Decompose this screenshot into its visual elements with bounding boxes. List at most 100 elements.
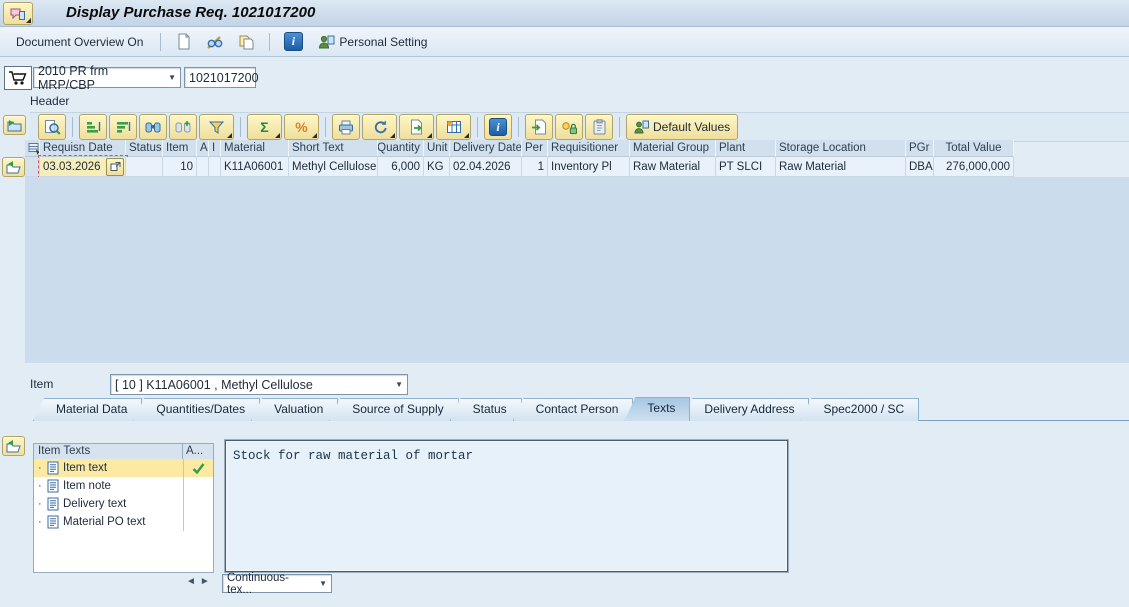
storage-location-cell[interactable]: Raw Material — [776, 157, 906, 177]
find-button[interactable] — [139, 114, 167, 140]
copy-button[interactable] — [234, 31, 258, 53]
list-item-material-po-text[interactable]: · Material PO text — [34, 513, 213, 531]
page-title: Display Purchase Req. 1021017200 — [66, 4, 316, 21]
sum-button[interactable]: Σ — [247, 114, 282, 140]
column-header[interactable]: Short Text — [289, 140, 378, 157]
tab-spec2000-sc[interactable]: Spec2000 / SC — [800, 398, 920, 421]
delivery-date-cell[interactable]: 02.04.2026 — [450, 157, 522, 177]
item-section-label: Item — [30, 377, 54, 391]
tab-delivery-address[interactable]: Delivery Address — [681, 398, 810, 421]
transfer-button[interactable] — [525, 114, 553, 140]
requisitioner-cell[interactable]: Inventory Pl — [548, 157, 630, 177]
filter-button[interactable] — [199, 114, 234, 140]
scroll-left-icon[interactable]: ◄ — [186, 576, 196, 587]
quantity-cell[interactable]: 6,000 — [378, 157, 424, 177]
column-header[interactable]: Storage Location — [776, 140, 906, 157]
column-header[interactable]: Item — [163, 140, 197, 157]
table-row: 03.03.2026 10 K11A06001 Methyl Cellulose… — [25, 155, 1014, 179]
services-for-object-button[interactable] — [3, 2, 33, 25]
tab-contact-person[interactable]: Contact Person — [512, 398, 634, 421]
table-grid-icon — [446, 120, 462, 134]
i-cell[interactable] — [209, 157, 221, 177]
tab-valuation[interactable]: Valuation — [251, 398, 339, 421]
a-cell[interactable] — [197, 157, 209, 177]
items-collapse-button[interactable] — [2, 157, 25, 177]
text-format-select[interactable]: Continuous-tex... ▼ — [222, 572, 332, 596]
column-header[interactable]: Status — [126, 140, 163, 157]
column-header[interactable]: Plant — [716, 140, 776, 157]
find-next-button[interactable] — [169, 114, 197, 140]
column-header[interactable]: Material — [221, 140, 289, 157]
tab-source-of-supply[interactable]: Source of Supply — [329, 398, 459, 421]
column-header[interactable]: Total Value — [934, 140, 1014, 157]
column-header[interactable]: Requisn Date — [40, 140, 126, 157]
bullet-icon: · — [38, 462, 42, 474]
row-selector-header[interactable] — [25, 140, 40, 157]
row-selector-cell[interactable] — [25, 157, 40, 177]
tab-texts[interactable]: Texts — [624, 397, 691, 421]
views-button[interactable] — [362, 114, 397, 140]
personal-setting-button[interactable]: Personal Setting — [312, 32, 433, 51]
plant-cell[interactable]: PT SLCI — [716, 157, 776, 177]
attachments-button[interactable] — [585, 114, 613, 140]
layout-button[interactable] — [436, 114, 471, 140]
create-document-button[interactable] — [172, 31, 196, 53]
subtotal-button[interactable]: % — [284, 114, 319, 140]
per-cell[interactable]: 1 — [522, 157, 548, 177]
unit-cell[interactable]: KG — [424, 157, 450, 177]
item-select[interactable]: [ 10 ] K11A06001 , Methyl Cellulose ▼ — [110, 374, 408, 395]
column-header[interactable]: Delivery Date — [450, 140, 522, 157]
column-header[interactable]: Material Group — [630, 140, 716, 157]
item-texts-list: · Item text · Item note · Delivery text … — [33, 459, 214, 573]
details-button[interactable] — [38, 114, 66, 140]
grid-information-button[interactable]: i — [484, 114, 512, 140]
sort-descending-button[interactable] — [109, 114, 137, 140]
tab-material-data[interactable]: Material Data — [33, 398, 143, 421]
bullet-icon: · — [38, 480, 42, 492]
sort-ascending-button[interactable] — [79, 114, 107, 140]
pgr-cell[interactable]: DBA — [906, 157, 934, 177]
item-collapse-button[interactable] — [2, 436, 25, 456]
purchase-req-cart-button[interactable] — [4, 66, 32, 90]
list-item-item-text[interactable]: · Item text — [34, 459, 213, 477]
list-item-item-note[interactable]: · Item note — [34, 477, 213, 495]
column-header[interactable]: Per — [522, 140, 548, 157]
information-button[interactable]: i — [281, 31, 305, 53]
date-detail-button[interactable] — [106, 157, 124, 176]
tab-quantities-dates[interactable]: Quantities/Dates — [133, 398, 261, 421]
display-change-button[interactable] — [203, 31, 227, 53]
copy-pages-icon — [238, 34, 255, 50]
export-button[interactable] — [399, 114, 434, 140]
material-cell[interactable]: K11A06001 — [221, 157, 289, 177]
item-cell[interactable]: 10 — [163, 157, 197, 177]
column-header[interactable]: Unit — [424, 140, 450, 157]
column-header[interactable]: PGr — [906, 140, 934, 157]
chevron-down-icon: ▼ — [319, 579, 327, 588]
tab-status[interactable]: Status — [449, 398, 522, 421]
header-expand-button[interactable] — [3, 115, 26, 135]
scroll-right-icon[interactable]: ► — [200, 576, 210, 587]
document-number-field[interactable]: 1021017200 — [184, 67, 259, 88]
list-item-delivery-text[interactable]: · Delivery text — [34, 495, 213, 513]
column-header[interactable]: Requisitioner — [548, 140, 630, 157]
status-cell[interactable] — [126, 157, 163, 177]
column-header[interactable]: I — [209, 140, 221, 157]
column-header[interactable]: Quantity — [378, 140, 424, 157]
column-header[interactable]: A — [197, 140, 209, 157]
short-text-cell[interactable]: Methyl Cellulose — [289, 157, 378, 177]
material-group-cell[interactable]: Raw Material — [630, 157, 716, 177]
chevron-down-icon: ▼ — [395, 380, 403, 389]
text-type-label: Material PO text — [63, 516, 146, 528]
print-button[interactable] — [332, 114, 360, 140]
total-value-cell[interactable]: 276,000,000 — [934, 157, 1014, 177]
document-type-select[interactable]: 2010 PR frm MRP/CBP ▼ — [33, 64, 181, 92]
text-document-icon — [47, 497, 59, 511]
document-overview-button[interactable]: Document Overview On — [10, 33, 149, 51]
item-texts-title: Item Texts — [34, 444, 183, 459]
text-editor[interactable]: Stock for raw material of mortar — [225, 440, 788, 572]
sigma-icon: Σ — [260, 119, 269, 135]
requisn-date-cell[interactable]: 03.03.2026 — [38, 155, 128, 179]
blank-page-icon — [176, 33, 192, 50]
default-values-button[interactable]: Default Values — [626, 114, 739, 140]
availability-check-button[interactable] — [555, 114, 583, 140]
